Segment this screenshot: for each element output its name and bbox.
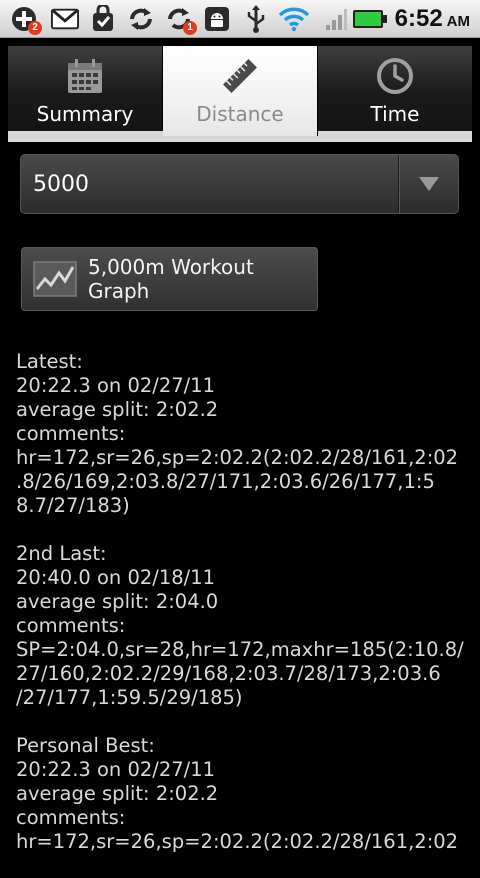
- result-line: 20:22.3 on 02/27/11: [16, 374, 216, 397]
- clock: 6:52 AM: [395, 5, 470, 33]
- second-last-section: 2nd Last: 20:40.0 on 02/18/11 average sp…: [16, 542, 464, 710]
- section-heading: Latest:: [16, 350, 83, 373]
- signal-icon: [322, 5, 350, 33]
- comments-line: .8/26/169,2:03.8/27/171,2:03.6/26/177,1:…: [16, 470, 435, 493]
- workout-graph-label: 5,000m Workout Graph: [88, 255, 254, 303]
- clock-ampm: AM: [446, 13, 470, 30]
- tab-strip-container: Summary Distance Time: [0, 38, 480, 142]
- split-line: average split: 2:02.2: [16, 398, 219, 421]
- error-count-badge: 1: [183, 21, 197, 35]
- sync-error-icon[interactable]: 1: [165, 5, 197, 35]
- comments-line: /27/177,1:59.5/29/185): [16, 686, 243, 709]
- add-notification-icon[interactable]: 2: [10, 5, 42, 35]
- notification-count-badge: 2: [28, 21, 42, 35]
- tab-distance[interactable]: Distance: [163, 46, 318, 136]
- tab-summary-label: Summary: [36, 102, 134, 126]
- comments-line: 8.7/27/183): [16, 494, 130, 517]
- tab-distance-label: Distance: [196, 102, 284, 126]
- comments-line: 27/160,2:02.2/29/168,2:03.7/28/173,2:03.…: [16, 662, 441, 685]
- calendar-icon: [65, 56, 105, 96]
- workout-graph-button[interactable]: 5,000m Workout Graph: [21, 247, 318, 311]
- gmail-icon[interactable]: [51, 5, 79, 33]
- split-line: average split: 2:02.2: [16, 782, 219, 805]
- android-debug-icon[interactable]: [203, 5, 231, 33]
- shopping-bag-icon[interactable]: [89, 5, 117, 33]
- battery-icon: [352, 5, 388, 33]
- distance-spinner-value: 5000: [33, 171, 89, 197]
- comments-line: hr=172,sr=26,sp=2:02.2(2:02.2/28/161,2:0…: [16, 446, 459, 469]
- line-graph-icon: [33, 261, 77, 297]
- tab-summary[interactable]: Summary: [8, 46, 163, 131]
- tab-bar: Summary Distance Time: [8, 46, 472, 142]
- distance-spinner[interactable]: 5000: [20, 154, 459, 214]
- clock-icon: [375, 56, 415, 96]
- latest-section: Latest: 20:22.3 on 02/27/11 average spli…: [16, 350, 459, 518]
- result-line: 20:22.3 on 02/27/11: [16, 758, 216, 781]
- section-heading: Personal Best:: [16, 734, 155, 757]
- clock-time: 6:52: [394, 5, 443, 32]
- comments-line: SP=2:04.0,sr=28,hr=172,maxhr=185(2:10.8/: [16, 638, 464, 661]
- sync-icon[interactable]: [127, 5, 155, 33]
- usb-icon: [242, 5, 270, 33]
- ruler-icon: [220, 56, 260, 96]
- comments-line: hr=172,sr=26,sp=2:02.2(2:02.2/28/161,2:0…: [16, 830, 459, 853]
- comments-label: comments:: [16, 614, 126, 637]
- tab-time-label: Time: [370, 102, 420, 126]
- chevron-down-icon[interactable]: [400, 155, 458, 213]
- workout-history: Latest: 20:22.3 on 02/27/11 average spli…: [16, 350, 464, 878]
- personal-best-section: Personal Best: 20:22.3 on 02/27/11 avera…: [16, 734, 459, 854]
- status-bar: 2 1 6:52 AM: [0, 0, 480, 38]
- result-line: 20:40.0 on 02/18/11: [16, 566, 216, 589]
- wifi-icon: [277, 5, 311, 33]
- tab-time[interactable]: Time: [318, 46, 472, 131]
- comments-label: comments:: [16, 806, 126, 829]
- section-heading: 2nd Last:: [16, 542, 107, 565]
- comments-label: comments:: [16, 422, 126, 445]
- split-line: average split: 2:04.0: [16, 590, 219, 613]
